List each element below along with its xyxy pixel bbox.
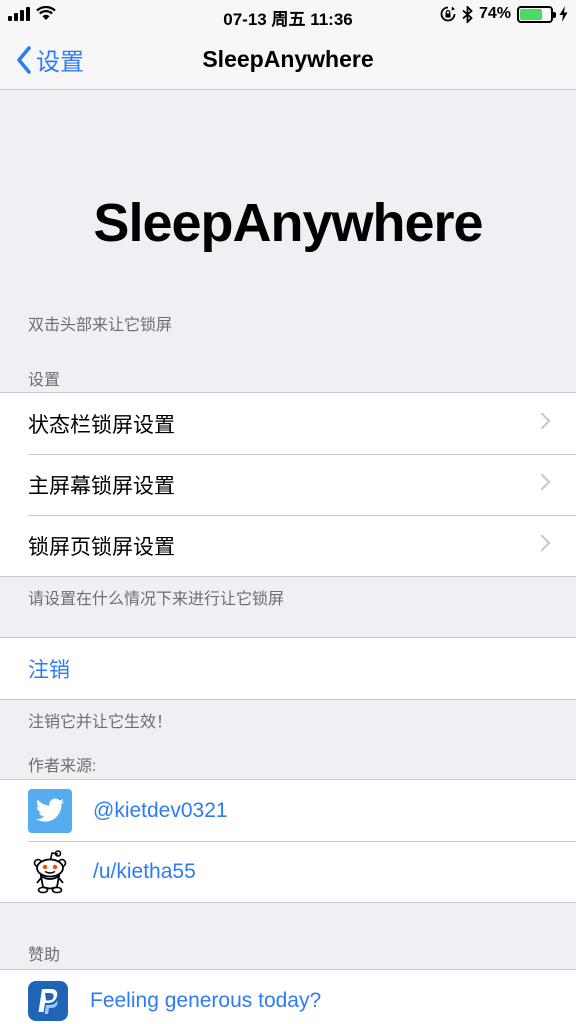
chevron-right-icon <box>533 412 551 430</box>
twitter-handle: @kietdev0321 <box>93 798 228 822</box>
respring-section-footer: 注销它并让它生效！ <box>28 714 173 731</box>
homescreen-lock-settings[interactable]: 主屏幕锁屏设置 <box>0 454 576 515</box>
settings-section-header: 设置 <box>28 372 61 389</box>
navigation-bar: 设置 SleepAnywhere <box>0 30 576 90</box>
paypal-donate-link[interactable]: Feeling generous today? <box>0 970 576 1024</box>
reddit-icon <box>28 849 72 894</box>
charging-icon <box>559 6 568 22</box>
back-button-label: 设置 <box>36 49 84 76</box>
respring-button[interactable]: 注销 <box>0 638 576 699</box>
respring-label: 注销 <box>28 658 70 682</box>
donate-section-header: 赞助 <box>28 947 61 964</box>
rotation-lock-icon <box>440 6 456 22</box>
bluetooth-icon <box>462 5 473 23</box>
battery-percent: 74% <box>478 5 511 22</box>
paypal-label: Feeling generous today? <box>90 988 322 1012</box>
statusbar-lock-settings[interactable]: 状态栏锁屏设置 <box>0 393 576 454</box>
twitter-link[interactable]: @kietdev0321 <box>0 780 576 841</box>
cell-label: 状态栏锁屏设置 <box>28 413 175 437</box>
lockscreen-lock-settings[interactable]: 锁屏页锁屏设置 <box>0 515 576 576</box>
paypal-icon <box>28 980 68 1021</box>
author-section-header: 作者来源: <box>28 758 97 775</box>
cell-label: 锁屏页锁屏设置 <box>28 535 175 559</box>
author-group: @kietdev0321 /u/kietha55 <box>0 779 576 903</box>
nav-title: SleepAnywhere <box>202 46 374 72</box>
respring-group: 注销 <box>0 637 576 700</box>
settings-section-footer: 请设置在什么情况下来进行让它锁屏 <box>28 591 285 608</box>
status-right: 74% <box>440 5 568 23</box>
donate-group: Feeling generous today? <box>0 969 576 1024</box>
twitter-icon <box>28 788 72 833</box>
reddit-handle: /u/kietha55 <box>93 859 196 883</box>
chevron-right-icon <box>533 534 551 552</box>
settings-group: 状态栏锁屏设置 主屏幕锁屏设置 锁屏页锁屏设置 <box>0 392 576 577</box>
back-button[interactable]: 设置 <box>16 42 84 77</box>
header-title: SleepAnywhere <box>93 193 483 253</box>
cell-label: 主屏幕锁屏设置 <box>28 474 175 498</box>
chevron-left-icon <box>17 45 31 74</box>
battery-fill <box>520 8 543 20</box>
reddit-link[interactable]: /u/kietha55 <box>0 841 576 902</box>
chevron-right-icon <box>533 473 551 491</box>
battery-icon <box>517 5 556 23</box>
status-bar: 07-13 周五 11:36 74% <box>0 0 576 30</box>
header-description: 双击头部来让它锁屏 <box>28 317 173 334</box>
